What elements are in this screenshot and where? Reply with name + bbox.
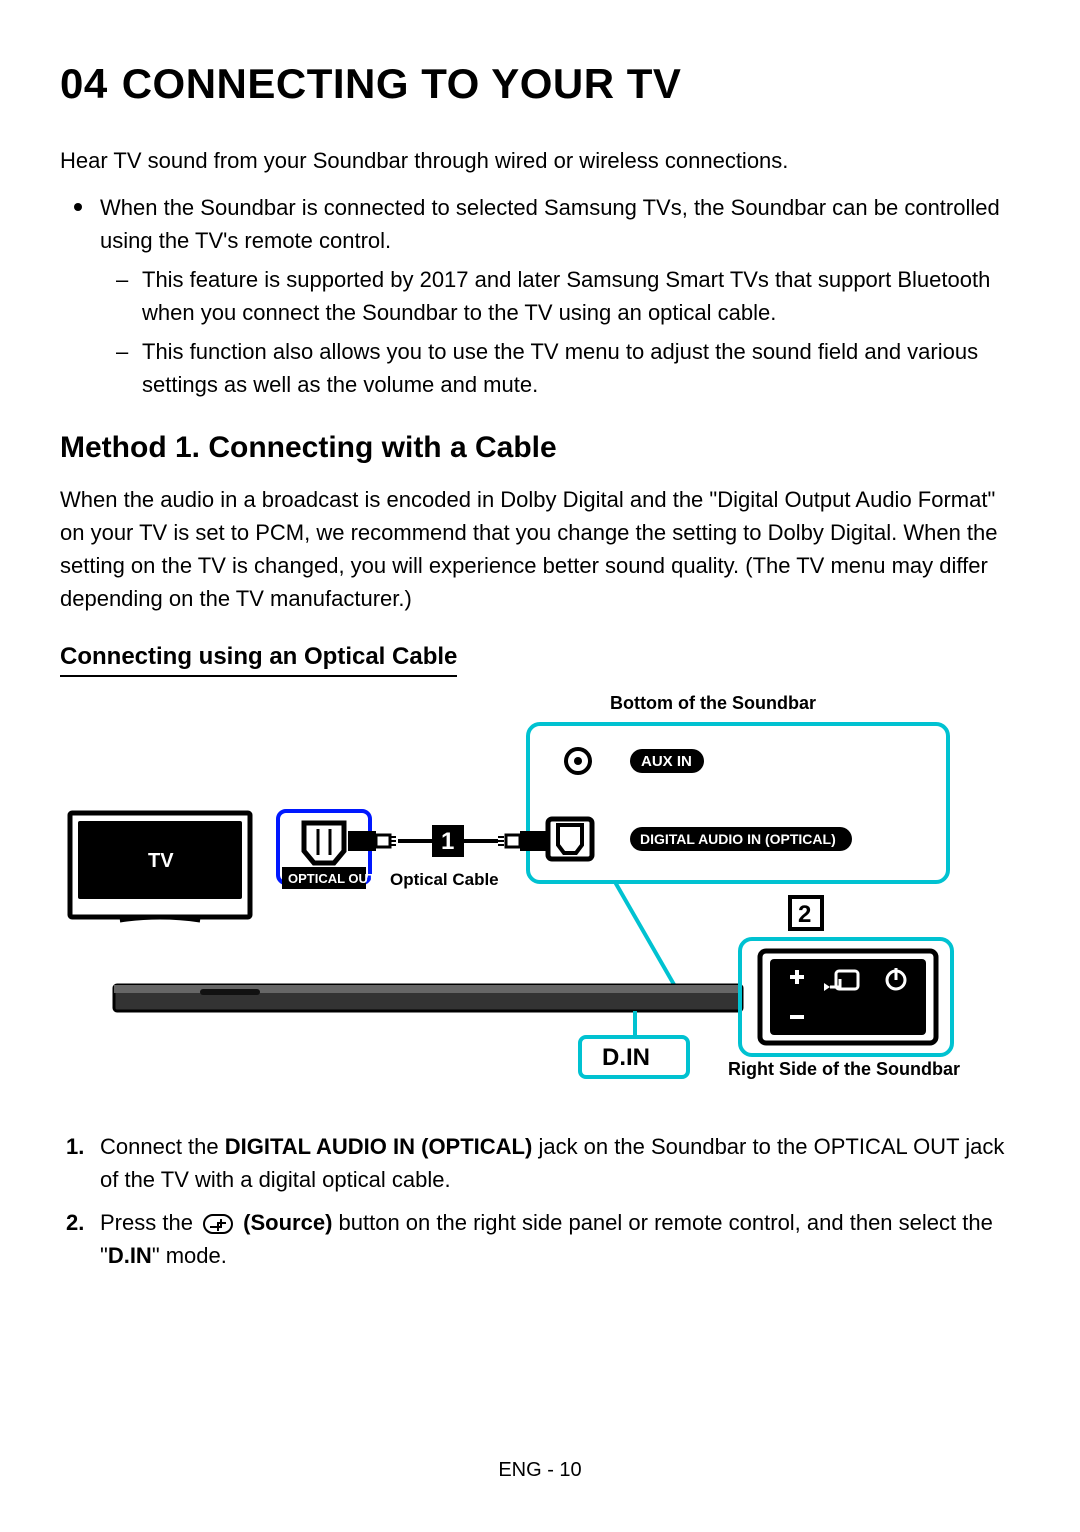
bullet-text: When the Soundbar is connected to select… xyxy=(100,195,1000,253)
step-text: Connect the xyxy=(100,1134,225,1159)
step-text: " mode. xyxy=(152,1243,227,1268)
cable-label: Optical Cable xyxy=(390,870,499,889)
side-panel-icon xyxy=(760,951,936,1043)
chapter-number: 04 xyxy=(60,60,108,107)
intro-paragraph: Hear TV sound from your Soundbar through… xyxy=(60,144,1020,177)
diagram-label-right: Right Side of the Soundbar xyxy=(728,1059,960,1079)
dash-item: This feature is supported by 2017 and la… xyxy=(142,263,1020,329)
diagram-svg: Bottom of the Soundbar AUX IN DIGITAL AU… xyxy=(60,687,1020,1097)
optical-in-label: DIGITAL AUDIO IN (OPTICAL) xyxy=(640,831,836,847)
tv-icon: TV xyxy=(70,813,250,921)
callout-2-label: 2 xyxy=(798,901,811,928)
page-footer: ENG - 10 xyxy=(0,1459,1080,1482)
step-item: Connect the DIGITAL AUDIO IN (OPTICAL) j… xyxy=(100,1130,1020,1196)
step-text: Press the xyxy=(100,1210,199,1235)
subsection-title: Connecting using an Optical Cable xyxy=(60,643,457,677)
callout-1-label: 1 xyxy=(441,828,454,855)
chapter-title: 04 CONNECTING TO YOUR TV xyxy=(60,60,1020,108)
cable-plug-right-icon xyxy=(498,831,548,851)
cable-plug-left-icon xyxy=(348,831,396,851)
optical-out-port-icon xyxy=(304,823,344,863)
aux-in-label: AUX IN xyxy=(641,753,692,770)
optical-out-label: OPTICAL OUT xyxy=(288,871,376,886)
step-bold: (Source) xyxy=(237,1210,332,1235)
din-label: D.IN xyxy=(602,1044,650,1071)
step-bold: D.IN xyxy=(108,1243,152,1268)
step-text: button on the right side panel or remote… xyxy=(100,1210,993,1268)
dash-item: This function also allows you to use the… xyxy=(142,335,1020,401)
aux-jack-center-icon xyxy=(574,757,582,765)
optical-in-port-icon xyxy=(548,819,592,859)
connection-diagram: Bottom of the Soundbar AUX IN DIGITAL AU… xyxy=(60,687,1020,1102)
method-title: Method 1. Connecting with a Cable xyxy=(60,431,1020,465)
soundbar-icon xyxy=(114,985,742,1011)
chapter-title-text: CONNECTING TO YOUR TV xyxy=(122,60,682,107)
diagram-label-top: Bottom of the Soundbar xyxy=(610,693,816,713)
callout-line-icon xyxy=(615,882,680,995)
step-bold: DIGITAL AUDIO IN (OPTICAL) xyxy=(225,1134,533,1159)
step-item: Press the (Source) button on the right s… xyxy=(100,1206,1020,1272)
method-paragraph: When the audio in a broadcast is encoded… xyxy=(60,483,1020,615)
bullet-item: When the Soundbar is connected to select… xyxy=(100,191,1020,401)
tv-label: TV xyxy=(148,850,174,872)
source-icon xyxy=(203,1214,233,1234)
